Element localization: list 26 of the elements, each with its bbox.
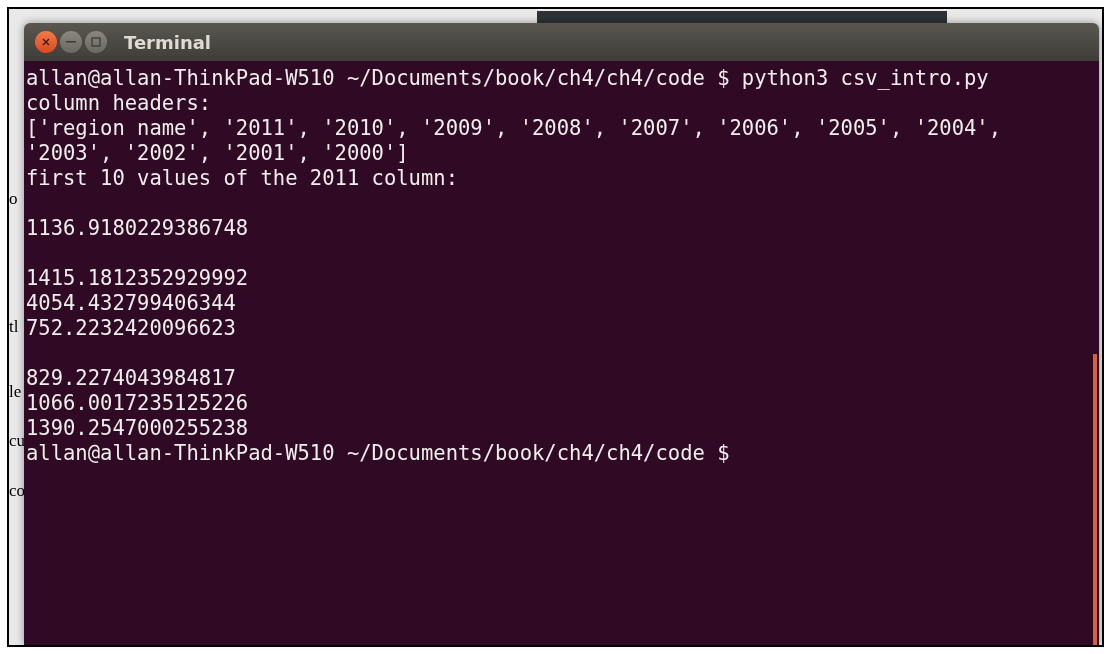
- terminal-line: '2003', '2002', '2001', '2000']: [26, 141, 409, 166]
- terminal-line: column headers:: [26, 91, 212, 116]
- terminal-line: 1415.1812352929992: [26, 266, 249, 291]
- document-text: cu: [9, 431, 23, 451]
- document-text: o: [9, 189, 19, 209]
- terminal-line: first 10 values of the 2011 column:: [26, 166, 458, 191]
- close-icon: [42, 38, 50, 46]
- maximize-button[interactable]: [85, 31, 107, 53]
- scrollbar-thumb[interactable]: [1093, 354, 1097, 645]
- document-text: tl: [9, 317, 20, 337]
- window-title: Terminal: [124, 30, 212, 55]
- terminal-line: 752.2232420096623: [26, 316, 236, 341]
- minimize-button[interactable]: [60, 31, 82, 53]
- maximize-icon: [91, 37, 101, 47]
- document-text: co: [9, 481, 23, 501]
- terminal-line: ['region name', '2011', '2010', '2009', '2008', '2007', '2006', '2005', '2004',: [26, 116, 1002, 141]
- close-button[interactable]: [35, 31, 57, 53]
- terminal-line: 1136.9180229386748: [26, 216, 249, 241]
- terminal-line: allan@allan-ThinkPad-W510 ~/Documents/book/ch4/ch4/code $ python3 csv_intro.py: [26, 66, 989, 91]
- terminal-line: 1390.2547000255238: [26, 416, 249, 441]
- terminal-line: 829.2274043984817: [26, 366, 236, 391]
- terminal-line: allan@allan-ThinkPad-W510 ~/Documents/book/ch4/ch4/code $: [26, 441, 730, 466]
- minimize-icon: [66, 41, 76, 43]
- terminal-line: 4054.432799406344: [26, 291, 236, 316]
- document-text: le: [9, 382, 23, 402]
- terminal-line: 1066.0017235125226: [26, 391, 249, 416]
